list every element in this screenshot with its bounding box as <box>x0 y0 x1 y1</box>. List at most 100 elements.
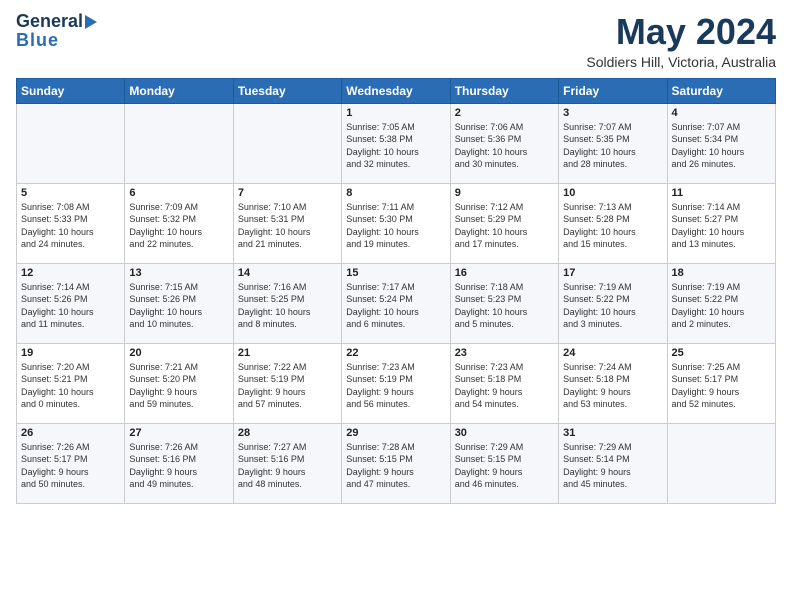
day-cell: 5 Sunrise: 7:08 AM Sunset: 5:33 PM Daylig… <box>17 183 125 263</box>
day-number: 28 <box>238 427 337 439</box>
day-cell: 12 Sunrise: 7:14 AM Sunset: 5:26 PM Dayli… <box>17 263 125 343</box>
day-number: 29 <box>346 427 445 439</box>
day-cell: 14 Sunrise: 7:16 AM Sunset: 5:25 PM Dayli… <box>233 263 341 343</box>
day-info: Sunrise: 7:28 AM Sunset: 5:15 PM Dayligh… <box>346 441 445 491</box>
day-cell: 1Sunrise: 7:05 AM Sunset: 5:38 PM Daylig… <box>342 103 450 183</box>
day-number: 21 <box>238 347 337 359</box>
day-info: Sunrise: 7:26 AM Sunset: 5:17 PM Dayligh… <box>21 441 120 491</box>
day-number: 30 <box>455 427 554 439</box>
day-cell: 24 Sunrise: 7:24 AM Sunset: 5:18 PM Dayli… <box>559 343 667 423</box>
day-number: 27 <box>129 427 228 439</box>
day-cell: 16Sunrise: 7:18 AM Sunset: 5:23 PM Dayli… <box>450 263 558 343</box>
day-cell: 17Sunrise: 7:19 AM Sunset: 5:22 PM Dayli… <box>559 263 667 343</box>
day-cell: 22Sunrise: 7:23 AM Sunset: 5:19 PM Dayli… <box>342 343 450 423</box>
day-number: 31 <box>563 427 662 439</box>
day-info: Sunrise: 7:08 AM Sunset: 5:33 PM Dayligh… <box>21 201 120 251</box>
day-info: Sunrise: 7:22 AM Sunset: 5:19 PM Dayligh… <box>238 361 337 411</box>
day-number: 10 <box>563 187 662 199</box>
day-number: 7 <box>238 187 337 199</box>
day-cell: 10 Sunrise: 7:13 AM Sunset: 5:28 PM Dayli… <box>559 183 667 263</box>
day-number: 23 <box>455 347 554 359</box>
day-number: 24 <box>563 347 662 359</box>
day-info: Sunrise: 7:10 AM Sunset: 5:31 PM Dayligh… <box>238 201 337 251</box>
day-cell: 6 Sunrise: 7:09 AM Sunset: 5:32 PM Daylig… <box>125 183 233 263</box>
month-title: May 2024 <box>586 12 776 52</box>
header-cell-friday: Friday <box>559 78 667 103</box>
day-info: Sunrise: 7:14 AM Sunset: 5:26 PM Dayligh… <box>21 281 120 331</box>
day-cell: 28 Sunrise: 7:27 AM Sunset: 5:16 PM Dayli… <box>233 423 341 503</box>
day-number: 5 <box>21 187 120 199</box>
header-right: May 2024 Soldiers Hill, Victoria, Austra… <box>586 12 776 70</box>
day-info: Sunrise: 7:14 AM Sunset: 5:27 PM Dayligh… <box>672 201 771 251</box>
day-cell: 7 Sunrise: 7:10 AM Sunset: 5:31 PM Daylig… <box>233 183 341 263</box>
header-cell-monday: Monday <box>125 78 233 103</box>
day-cell <box>233 103 341 183</box>
day-info: Sunrise: 7:20 AM Sunset: 5:21 PM Dayligh… <box>21 361 120 411</box>
day-cell: 19 Sunrise: 7:20 AM Sunset: 5:21 PM Dayli… <box>17 343 125 423</box>
day-info: Sunrise: 7:12 AM Sunset: 5:29 PM Dayligh… <box>455 201 554 251</box>
day-number: 16 <box>455 267 554 279</box>
day-cell: 25 Sunrise: 7:25 AM Sunset: 5:17 PM Dayli… <box>667 343 775 423</box>
day-info: Sunrise: 7:05 AM Sunset: 5:38 PM Dayligh… <box>346 121 445 171</box>
week-row-5: 26 Sunrise: 7:26 AM Sunset: 5:17 PM Dayli… <box>17 423 776 503</box>
day-cell <box>17 103 125 183</box>
day-cell: 20 Sunrise: 7:21 AM Sunset: 5:20 PM Dayli… <box>125 343 233 423</box>
logo-blue: Blue <box>16 30 59 51</box>
day-cell: 13 Sunrise: 7:15 AM Sunset: 5:26 PM Dayli… <box>125 263 233 343</box>
day-info: Sunrise: 7:21 AM Sunset: 5:20 PM Dayligh… <box>129 361 228 411</box>
day-info: Sunrise: 7:11 AM Sunset: 5:30 PM Dayligh… <box>346 201 445 251</box>
day-cell: 27 Sunrise: 7:26 AM Sunset: 5:16 PM Dayli… <box>125 423 233 503</box>
day-number: 12 <box>21 267 120 279</box>
header-cell-thursday: Thursday <box>450 78 558 103</box>
week-row-2: 5 Sunrise: 7:08 AM Sunset: 5:33 PM Daylig… <box>17 183 776 263</box>
day-cell: 2Sunrise: 7:06 AM Sunset: 5:36 PM Daylig… <box>450 103 558 183</box>
day-info: Sunrise: 7:25 AM Sunset: 5:17 PM Dayligh… <box>672 361 771 411</box>
day-number: 14 <box>238 267 337 279</box>
day-info: Sunrise: 7:29 AM Sunset: 5:14 PM Dayligh… <box>563 441 662 491</box>
header-row: SundayMondayTuesdayWednesdayThursdayFrid… <box>17 78 776 103</box>
week-row-3: 12 Sunrise: 7:14 AM Sunset: 5:26 PM Dayli… <box>17 263 776 343</box>
day-cell: 31 Sunrise: 7:29 AM Sunset: 5:14 PM Dayli… <box>559 423 667 503</box>
day-number: 18 <box>672 267 771 279</box>
day-info: Sunrise: 7:24 AM Sunset: 5:18 PM Dayligh… <box>563 361 662 411</box>
day-info: Sunrise: 7:09 AM Sunset: 5:32 PM Dayligh… <box>129 201 228 251</box>
day-number: 11 <box>672 187 771 199</box>
day-cell: 30 Sunrise: 7:29 AM Sunset: 5:15 PM Dayli… <box>450 423 558 503</box>
day-cell <box>667 423 775 503</box>
day-info: Sunrise: 7:19 AM Sunset: 5:22 PM Dayligh… <box>672 281 771 331</box>
day-number: 17 <box>563 267 662 279</box>
day-number: 13 <box>129 267 228 279</box>
day-cell: 21 Sunrise: 7:22 AM Sunset: 5:19 PM Dayli… <box>233 343 341 423</box>
day-cell: 11 Sunrise: 7:14 AM Sunset: 5:27 PM Dayli… <box>667 183 775 263</box>
day-number: 9 <box>455 187 554 199</box>
day-number: 25 <box>672 347 771 359</box>
day-info: Sunrise: 7:15 AM Sunset: 5:26 PM Dayligh… <box>129 281 228 331</box>
week-row-4: 19 Sunrise: 7:20 AM Sunset: 5:21 PM Dayli… <box>17 343 776 423</box>
day-number: 19 <box>21 347 120 359</box>
location: Soldiers Hill, Victoria, Australia <box>586 54 776 70</box>
header-cell-wednesday: Wednesday <box>342 78 450 103</box>
day-cell: 29 Sunrise: 7:28 AM Sunset: 5:15 PM Dayli… <box>342 423 450 503</box>
day-number: 3 <box>563 107 662 119</box>
day-info: Sunrise: 7:07 AM Sunset: 5:34 PM Dayligh… <box>672 121 771 171</box>
day-number: 6 <box>129 187 228 199</box>
day-cell: 26 Sunrise: 7:26 AM Sunset: 5:17 PM Dayli… <box>17 423 125 503</box>
day-number: 26 <box>21 427 120 439</box>
logo: General Blue <box>16 12 97 51</box>
day-cell: 8 Sunrise: 7:11 AM Sunset: 5:30 PM Daylig… <box>342 183 450 263</box>
day-info: Sunrise: 7:06 AM Sunset: 5:36 PM Dayligh… <box>455 121 554 171</box>
day-info: Sunrise: 7:13 AM Sunset: 5:28 PM Dayligh… <box>563 201 662 251</box>
calendar-table: SundayMondayTuesdayWednesdayThursdayFrid… <box>16 78 776 504</box>
day-number: 20 <box>129 347 228 359</box>
day-cell <box>125 103 233 183</box>
day-cell: 9 Sunrise: 7:12 AM Sunset: 5:29 PM Daylig… <box>450 183 558 263</box>
header-cell-saturday: Saturday <box>667 78 775 103</box>
day-number: 4 <box>672 107 771 119</box>
day-info: Sunrise: 7:27 AM Sunset: 5:16 PM Dayligh… <box>238 441 337 491</box>
day-info: Sunrise: 7:16 AM Sunset: 5:25 PM Dayligh… <box>238 281 337 331</box>
day-number: 8 <box>346 187 445 199</box>
day-info: Sunrise: 7:07 AM Sunset: 5:35 PM Dayligh… <box>563 121 662 171</box>
day-cell: 4 Sunrise: 7:07 AM Sunset: 5:34 PM Daylig… <box>667 103 775 183</box>
day-info: Sunrise: 7:26 AM Sunset: 5:16 PM Dayligh… <box>129 441 228 491</box>
day-info: Sunrise: 7:29 AM Sunset: 5:15 PM Dayligh… <box>455 441 554 491</box>
